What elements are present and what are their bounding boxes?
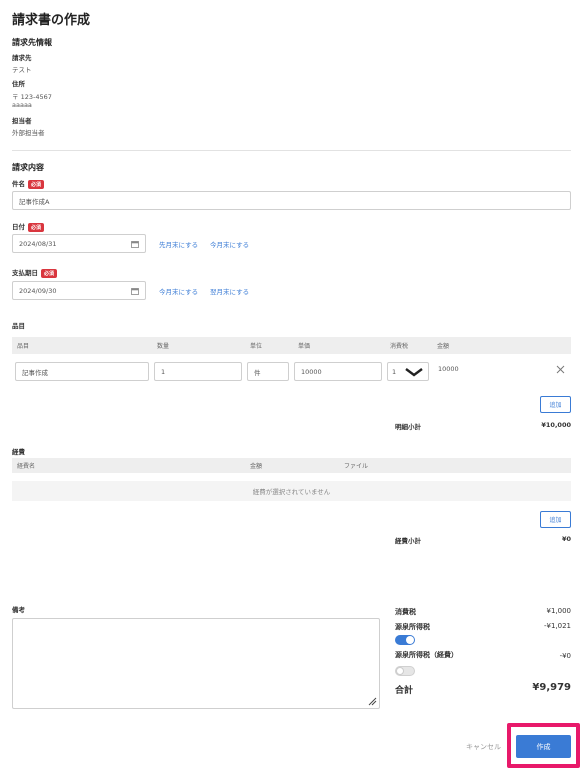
items-heading: 品目 [12,322,25,330]
items-header-unit-price: 単価 [298,343,311,350]
content-heading: 請求内容 [12,163,44,172]
add-expense-button[interactable]: 追加 [540,511,571,528]
cancel-button[interactable]: キャンセル [466,742,501,752]
expenses-table-header: 経費名 金額 ファイル [12,458,571,473]
withholding-expense-value: -¥0 [559,652,571,660]
tax-value: ¥1,000 [546,607,572,615]
notes-textarea[interactable] [12,618,380,709]
subject-input-value: 記事作成A [19,197,50,206]
toggle-knob [396,667,404,675]
expenses-heading: 経費 [12,448,25,456]
withholding-toggle[interactable] [395,635,415,645]
calendar-icon[interactable] [131,240,139,248]
due-next-month-link[interactable]: 翌月末にする [210,286,249,296]
recipient-label: 請求先 [12,54,32,62]
calendar-icon[interactable] [131,287,139,295]
due-date-input-value: 2024/09/30 [19,286,57,295]
person-label: 担当者 [12,117,32,125]
billing-info-heading: 請求先情報 [12,38,52,47]
items-subtotal-value: ¥10,000 [541,421,571,429]
section-divider [12,150,571,151]
withholding-expense-label: 源泉所得税（経費） [395,651,458,659]
expenses-header-name: 経費名 [17,463,36,470]
withholding-label: 源泉所得税 [395,623,430,631]
item-quantity-value: 1 [161,367,166,376]
due-this-month-link[interactable]: 今月末にする [159,286,198,296]
withholding-expense-toggle[interactable] [395,666,415,676]
date-last-month-link[interactable]: 先月末にする [159,239,198,249]
expenses-header-amount: 金額 [250,463,263,470]
subject-label: 件名 必須 [12,178,45,189]
item-unit-value: 件 [254,368,261,377]
address-line2: aaaaa [12,101,32,109]
date-this-month-link[interactable]: 今月末にする [210,239,249,249]
items-header-amount: 金額 [437,343,450,350]
recipient-value: テスト [12,66,32,74]
page-title: 請求書の作成 [12,13,91,28]
item-quantity-input[interactable]: 1 [154,362,242,381]
due-label-text: 支払期日 [12,269,38,277]
item-unit-input[interactable]: 件 [247,362,289,381]
close-icon[interactable] [556,365,565,374]
item-tax-value: 1 [392,367,397,376]
items-subtotal-label: 明細小計 [395,423,421,431]
subject-label-text: 件名 [12,180,25,188]
chevron-down-icon [405,367,423,376]
required-badge: 必須 [41,268,58,278]
item-amount: 10000 [438,365,459,373]
items-header-quantity: 数量 [157,343,170,350]
address-line1: 〒 123-4567 [12,93,52,101]
expenses-empty-row: 経費が選択されていません [12,481,571,501]
items-header-unit: 単位 [250,343,263,350]
tax-label: 消費税 [395,608,416,616]
withholding-value: -¥1,021 [543,622,571,630]
date-label: 日付 必須 [12,221,45,232]
date-input-value: 2024/08/31 [19,239,57,248]
due-label: 支払期日 必須 [12,267,58,278]
address-label: 住所 [12,80,25,88]
date-label-text: 日付 [12,223,25,231]
total-label: 合計 [395,686,414,696]
item-unit-price-value: 10000 [301,367,322,376]
person-value: 外部担当者 [12,129,45,137]
resize-handle-icon[interactable] [367,696,377,706]
item-name-value: 記事作成 [22,368,48,377]
items-header-name: 品目 [17,343,30,350]
item-unit-price-input[interactable]: 10000 [294,362,382,381]
total-value: ¥9,979 [532,682,571,693]
expenses-subtotal-label: 経費小計 [395,537,421,545]
item-name-input[interactable]: 記事作成 [15,362,149,381]
due-date-input[interactable]: 2024/09/30 [12,281,146,300]
subject-input[interactable]: 記事作成A [12,191,571,210]
expenses-empty-text: 経費が選択されていません [252,488,331,496]
add-item-button[interactable]: 追加 [540,396,571,413]
expenses-subtotal-value: ¥0 [561,535,571,543]
item-tax-select[interactable]: 1 [387,362,429,381]
notes-label: 備考 [12,606,25,614]
create-button[interactable]: 作成 [516,735,571,758]
toggle-knob [406,636,414,644]
expenses-header-file: ファイル [344,463,369,470]
required-badge: 必須 [28,179,45,189]
date-input[interactable]: 2024/08/31 [12,234,146,253]
required-badge: 必須 [28,222,45,232]
items-header-tax: 消費税 [390,343,409,350]
items-table-header: 品目 数量 単位 単価 消費税 金額 [12,337,571,354]
